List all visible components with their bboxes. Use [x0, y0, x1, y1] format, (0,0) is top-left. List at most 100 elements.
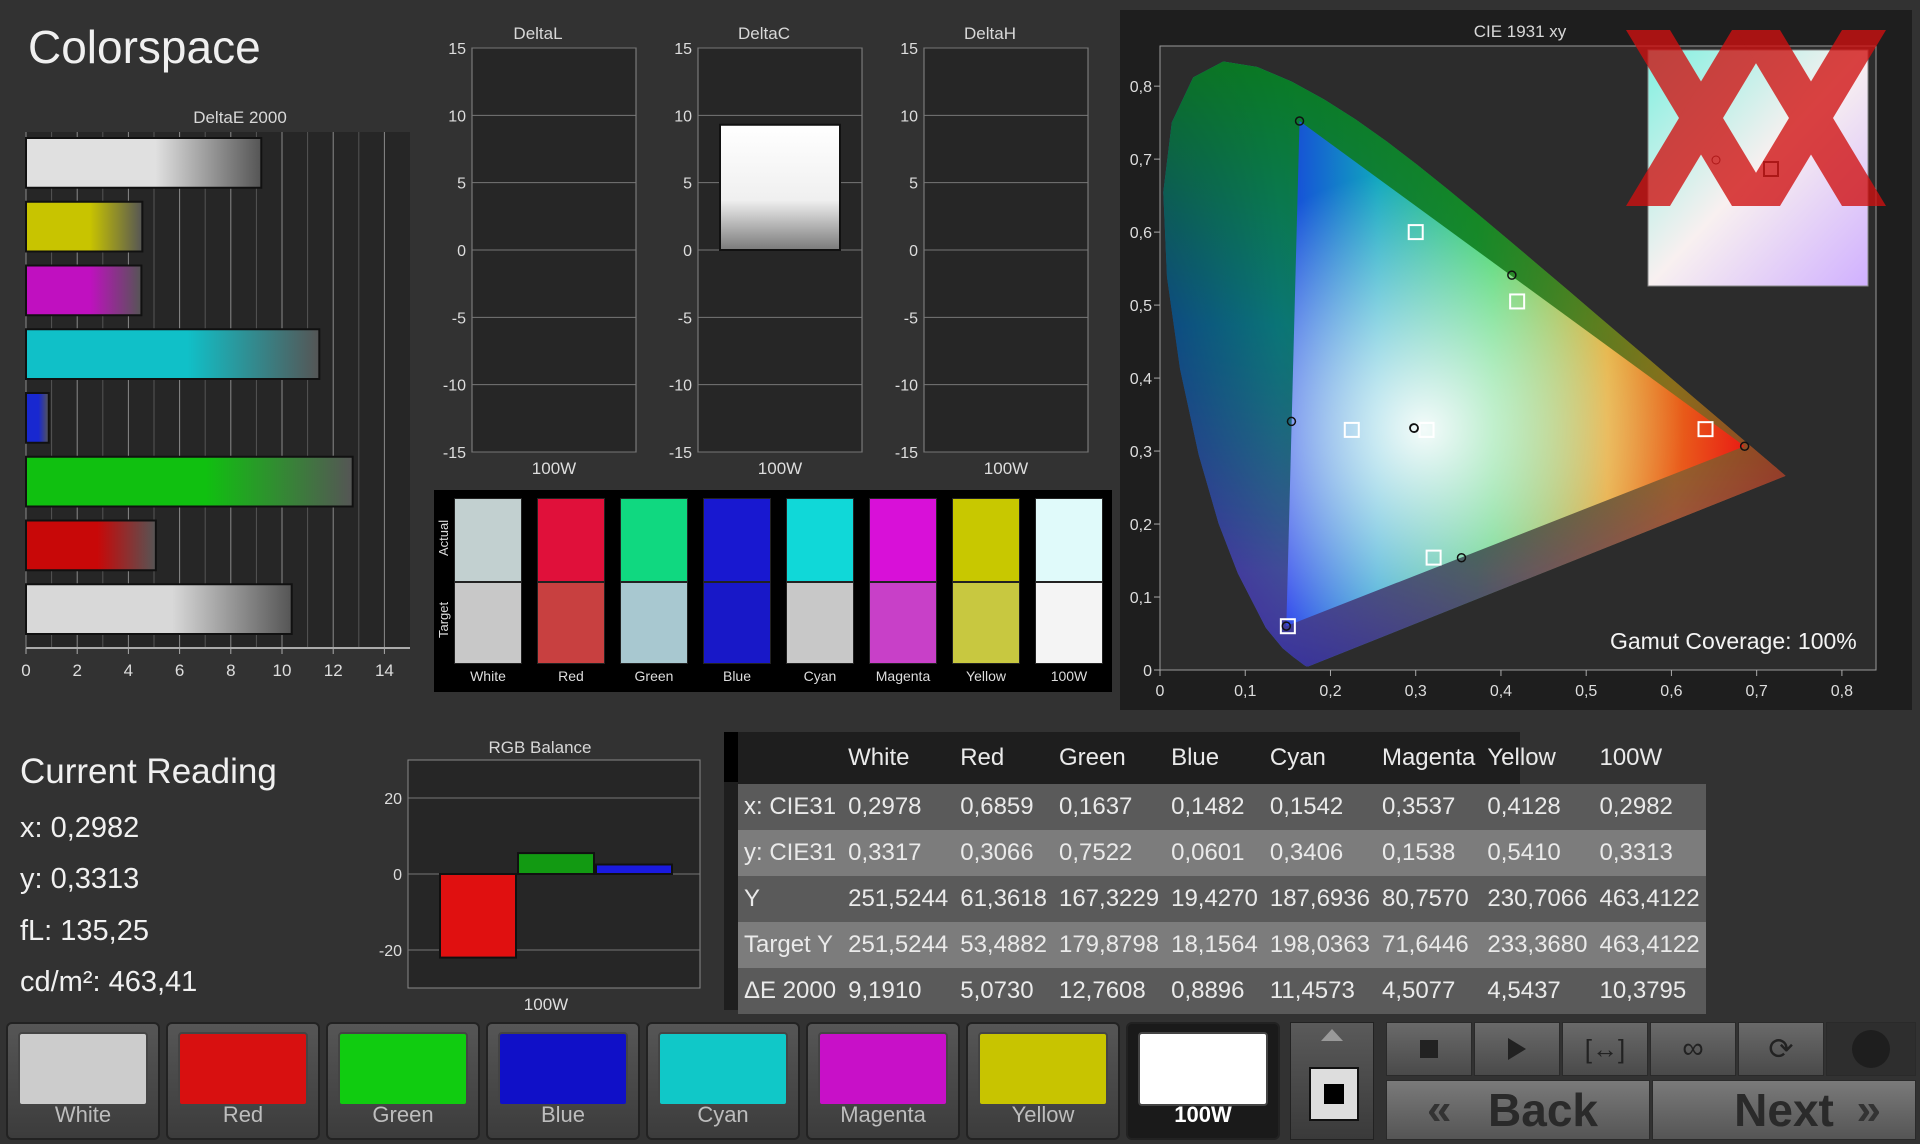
deltae-bar-red — [25, 519, 157, 572]
table-header-cell: Green — [1058, 744, 1126, 771]
stop-square-button[interactable] — [1309, 1067, 1359, 1121]
cie-y-tick-label: 0,3 — [1130, 444, 1152, 461]
table-cell: 463,4122 — [1599, 931, 1700, 958]
table-cell: 0,8896 — [1171, 977, 1245, 1004]
delta-tick-label: -10 — [443, 378, 466, 395]
stop-button[interactable] — [1386, 1022, 1472, 1076]
swatch-target — [1035, 582, 1103, 664]
swatch-actual — [537, 498, 605, 582]
swatch-actual — [1035, 498, 1103, 582]
data-table: White Red Green Blue Cyan Magenta Yellow 100W x:… — [738, 732, 1706, 1014]
color-button-red[interactable]: Red — [166, 1022, 320, 1140]
cie-x-tick-label: 0,1 — [1234, 683, 1256, 700]
table-cell: 12,7608 — [1058, 977, 1146, 1004]
table-header-cell: White — [848, 744, 910, 771]
table-cell: Target Y — [744, 931, 833, 958]
deltae-tick-label: 2 — [72, 661, 81, 680]
swatch-actual — [786, 498, 854, 582]
cie-y-tick-label: 0,8 — [1130, 79, 1152, 96]
color-button-swatch — [658, 1032, 788, 1106]
table-header-cell: 100W — [1599, 744, 1663, 771]
color-button-cyan[interactable]: Cyan — [646, 1022, 800, 1140]
rgb-tick-label: 0 — [393, 867, 402, 884]
table-cell: 198,0363 — [1269, 931, 1370, 958]
swatch-actual — [620, 498, 688, 582]
rgb-tick-label: 20 — [384, 791, 402, 808]
delta-x-label: 100W — [532, 459, 576, 478]
table-cell: 187,6936 — [1269, 885, 1370, 912]
cie-y-tick-label: 0,4 — [1130, 371, 1152, 388]
delta-tick-label: 10 — [448, 108, 466, 125]
color-button-swatch — [18, 1032, 148, 1106]
reading-y: y: 0,3313 — [20, 863, 140, 895]
deltae-tick-label: 14 — [375, 661, 394, 680]
cie-y-tick-label: 0,5 — [1130, 298, 1152, 315]
back-button[interactable]: « Back — [1386, 1080, 1650, 1140]
table-cell: y: CIE31 — [744, 839, 837, 866]
eject-up-icon — [1321, 1029, 1343, 1041]
page-title: Colorspace — [28, 21, 261, 73]
table-cell: 18,1564 — [1171, 931, 1258, 958]
swatch-blue: Blue — [703, 498, 771, 688]
status-light-button[interactable] — [1826, 1022, 1916, 1076]
color-button-white[interactable]: White — [6, 1022, 160, 1140]
play-button[interactable] — [1474, 1022, 1560, 1076]
table-cell: 251,5244 — [848, 885, 949, 912]
table-cell: 0,0601 — [1171, 839, 1245, 866]
color-button-label: Cyan — [697, 1102, 749, 1127]
table-cell: x: CIE31 — [744, 793, 837, 820]
cie-y-tick-label: 0,1 — [1130, 590, 1152, 607]
cie-x-tick-label: 0,5 — [1575, 683, 1597, 700]
table-cell: 0,4128 — [1487, 793, 1561, 820]
table-cell: 0,2982 — [1599, 793, 1673, 820]
cie-y-tick-label: 0,2 — [1130, 517, 1152, 534]
color-button-label: Blue — [540, 1102, 586, 1127]
delta-tick-label: -15 — [443, 445, 466, 462]
table-cell: 0,3066 — [960, 839, 1034, 866]
table-cell: ΔE 2000 — [744, 977, 837, 1004]
color-button-blue[interactable]: Blue — [486, 1022, 640, 1140]
fit-button[interactable]: [↔] — [1562, 1022, 1648, 1076]
loop-button[interactable]: ∞ — [1650, 1022, 1736, 1076]
rgb-bar-r — [439, 873, 517, 959]
color-button-yellow[interactable]: Yellow — [966, 1022, 1120, 1140]
cie-x-tick-label: 0,4 — [1490, 683, 1512, 700]
table-cell: 19,4270 — [1171, 885, 1258, 912]
color-button-label: Green — [372, 1102, 434, 1127]
delta-tick-label: 5 — [909, 176, 918, 193]
cie-x-tick-label: 0,6 — [1660, 683, 1682, 700]
color-button-swatch — [498, 1032, 628, 1106]
table-header-cell — [738, 732, 842, 784]
deltae-bar-cyan — [25, 328, 321, 380]
table-cell: 9,1910 — [848, 977, 922, 1004]
swatch-actual — [952, 498, 1020, 582]
next-button[interactable]: Next » — [1652, 1080, 1916, 1140]
deltae-bar-magenta — [25, 264, 143, 317]
swatch-target — [952, 582, 1020, 664]
rgb-bar-b — [595, 863, 673, 875]
swatch-target — [786, 582, 854, 664]
color-button-swatch — [338, 1032, 468, 1106]
swatch-panel: Actual Target White Red Green Blue Cyan Magen… — [434, 490, 1112, 692]
color-button-magenta[interactable]: Magenta — [806, 1022, 960, 1140]
swatch-actual — [869, 498, 937, 582]
fit-icon: [↔] — [1584, 1033, 1626, 1064]
rgb-tick-label: -20 — [379, 943, 402, 960]
reading-fl: fL: 135,25 — [20, 915, 149, 947]
swatch-white: White — [454, 498, 522, 688]
swatch-target — [454, 582, 522, 664]
table-cell: 0,7522 — [1058, 839, 1133, 866]
rgb-bar-g — [517, 852, 595, 875]
stop-icon — [1420, 1040, 1438, 1058]
color-button-label: Red — [222, 1102, 264, 1127]
swatch-red: Red — [537, 498, 605, 688]
refresh-button[interactable]: ⟳ — [1738, 1022, 1824, 1076]
table-cell: 167,3229 — [1058, 885, 1160, 912]
deltae-chart: 0 2 4 6 8 10 12 14 — [21, 132, 410, 680]
table-row: Target Y 251,5244 53,4882 179,8798 18,1564 19… — [738, 922, 1706, 968]
color-button-100w[interactable]: 100W — [1126, 1022, 1280, 1140]
deltae-bar-green — [25, 455, 354, 508]
record-control[interactable] — [1290, 1022, 1374, 1140]
color-button-green[interactable]: Green — [326, 1022, 480, 1140]
delta-tick-label: -15 — [895, 445, 918, 462]
